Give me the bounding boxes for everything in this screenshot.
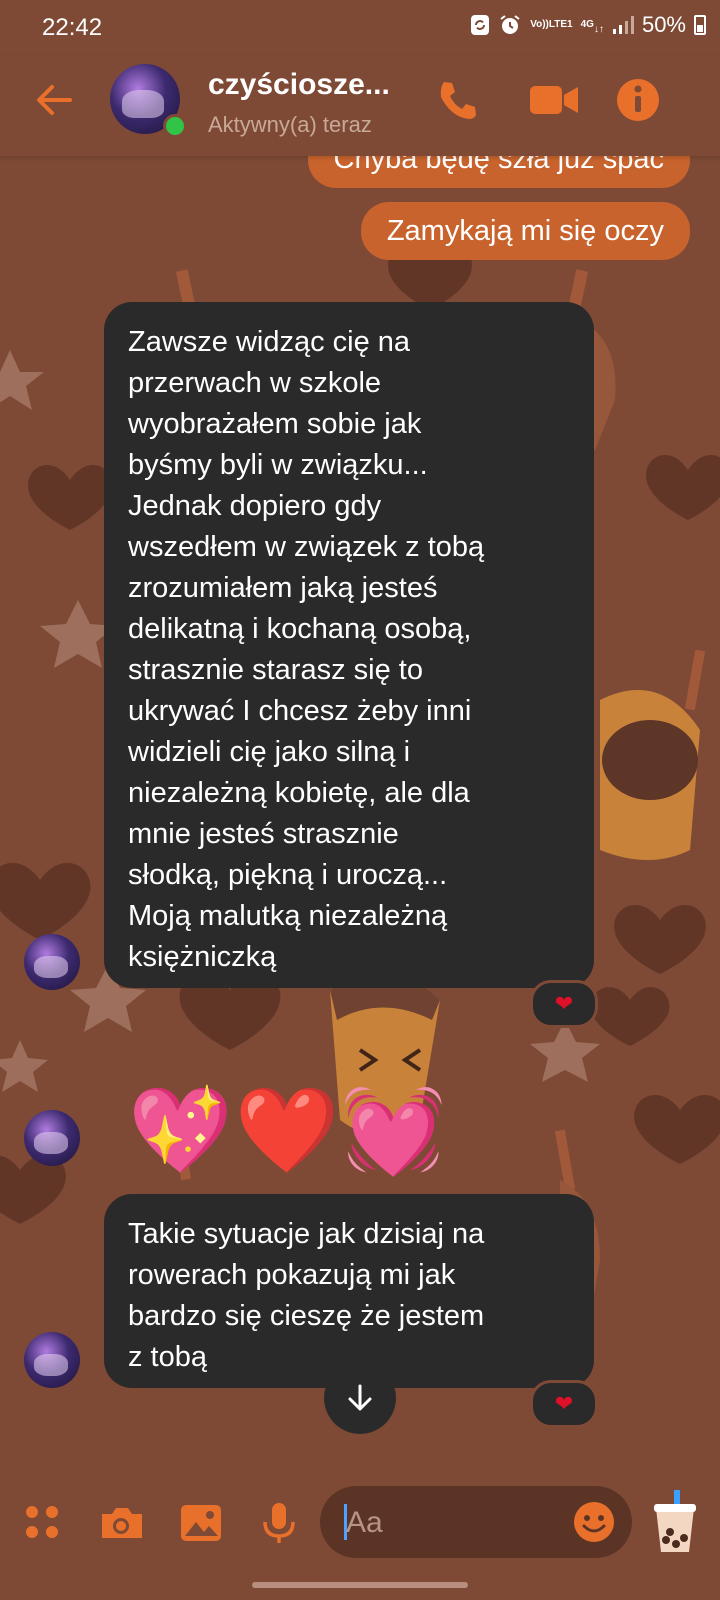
gallery-icon[interactable]	[176, 1498, 226, 1548]
sync-icon	[470, 14, 490, 36]
incoming-message[interactable]: Takie sytuacje jak dzisiaj na rowerach p…	[104, 1194, 594, 1388]
contact-status: Aktywny(a) teraz	[208, 112, 372, 137]
microphone-icon[interactable]	[254, 1498, 304, 1548]
emoji-message[interactable]: 💖❤️💓	[128, 1080, 448, 1180]
message-input-placeholder: Aa	[346, 1506, 383, 1539]
arrow-down-icon	[348, 1384, 372, 1411]
sender-avatar[interactable]	[24, 934, 80, 990]
status-bar: 22:42 Vo)) LTE1 4G ↓↑ 50%	[0, 0, 720, 56]
outgoing-message[interactable]: Zamykają mi się oczy	[360, 202, 690, 260]
apps-grid-icon[interactable]	[18, 1498, 68, 1548]
video-camera-icon[interactable]	[528, 76, 578, 124]
sender-avatar[interactable]	[24, 1110, 80, 1166]
home-indicator[interactable]	[252, 1582, 468, 1588]
phone-icon[interactable]	[432, 76, 480, 124]
heart-reaction[interactable]: ❤	[530, 1380, 598, 1428]
volte-indicator: Vo)) LTE1	[530, 19, 573, 30]
battery-icon	[694, 15, 706, 35]
battery-percent: 50%	[641, 12, 686, 37]
incoming-message[interactable]: Zawsze widząc cię na przerwach w szkole …	[104, 302, 594, 988]
scroll-to-bottom-button[interactable]	[324, 1362, 396, 1434]
bubble-tea-sticker-icon[interactable]	[648, 1490, 702, 1556]
status-time: 22:42	[42, 14, 103, 41]
back-arrow-icon[interactable]	[34, 80, 74, 120]
emoji-icon[interactable]	[572, 1500, 616, 1544]
contact-name[interactable]: czyściosze...	[208, 68, 390, 102]
sender-avatar[interactable]	[24, 1332, 80, 1388]
network-type-indicator: 4G ↓↑	[580, 19, 604, 35]
camera-icon[interactable]	[96, 1498, 146, 1548]
alarm-icon	[498, 13, 522, 37]
message-composer: Aa	[0, 1460, 720, 1600]
info-icon[interactable]	[614, 76, 662, 124]
conversation-header: czyściosze... Aktywny(a) teraz	[0, 56, 720, 156]
message-input[interactable]: Aa	[320, 1486, 632, 1558]
status-icons: Vo)) LTE1 4G ↓↑ 50%	[470, 12, 706, 38]
signal-icon	[612, 15, 634, 35]
online-indicator	[163, 114, 187, 138]
heart-reaction[interactable]: ❤	[530, 980, 598, 1028]
